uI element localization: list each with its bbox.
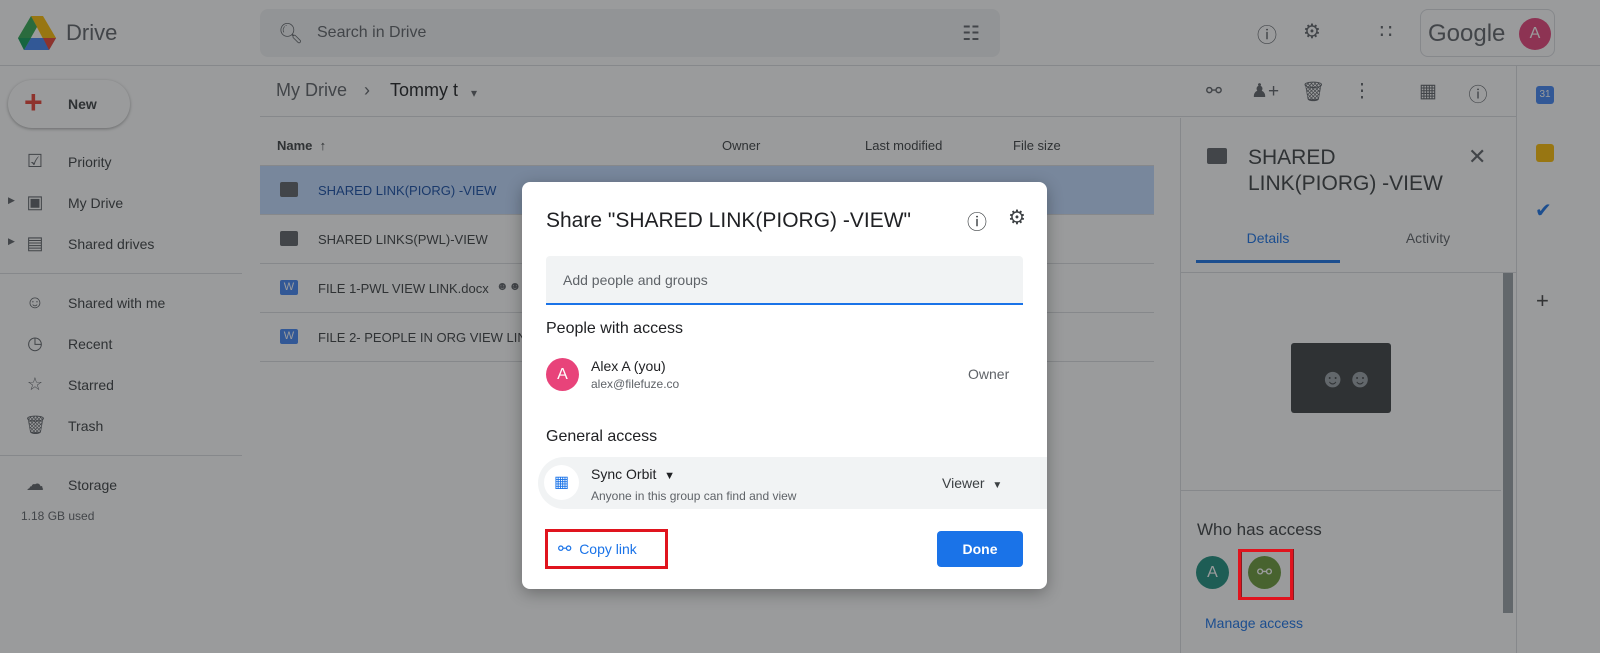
access-description: Anyone in this group can find and view [591,489,797,503]
settings-gear-icon[interactable]: ⚙ [1008,205,1026,230]
dialog-title: Share "SHARED LINK(PIORG) -VIEW" [546,209,911,232]
link-access-highlight [1238,549,1293,600]
dropdown-caret-icon: ▼ [664,470,676,482]
add-people-placeholder: Add people and groups [563,272,708,288]
share-dialog: Share "SHARED LINK(PIORG) -VIEW" ⓘ ⚙ Add… [522,182,1047,589]
access-role-select[interactable]: Viewer ▼ [942,475,1002,491]
done-button[interactable]: Done [937,531,1023,567]
domain-building-icon: ▦ [544,465,579,500]
help-icon[interactable]: ⓘ [967,206,987,235]
dropdown-caret-icon: ▼ [992,480,1003,491]
general-access-row: ▦ Sync Orbit ▼ Anyone in this group can … [538,457,1047,509]
person-name: Alex A (you) [591,358,666,374]
add-people-input[interactable]: Add people and groups [546,256,1023,305]
general-access-heading: General access [546,428,658,445]
access-group-select[interactable]: Sync Orbit ▼ [591,466,675,482]
person-avatar: A [546,358,579,391]
people-with-access-heading: People with access [546,320,683,337]
person-email: alex@filefuze.co [591,377,680,391]
copy-link-highlight [545,529,668,569]
person-role: Owner [968,366,1010,382]
